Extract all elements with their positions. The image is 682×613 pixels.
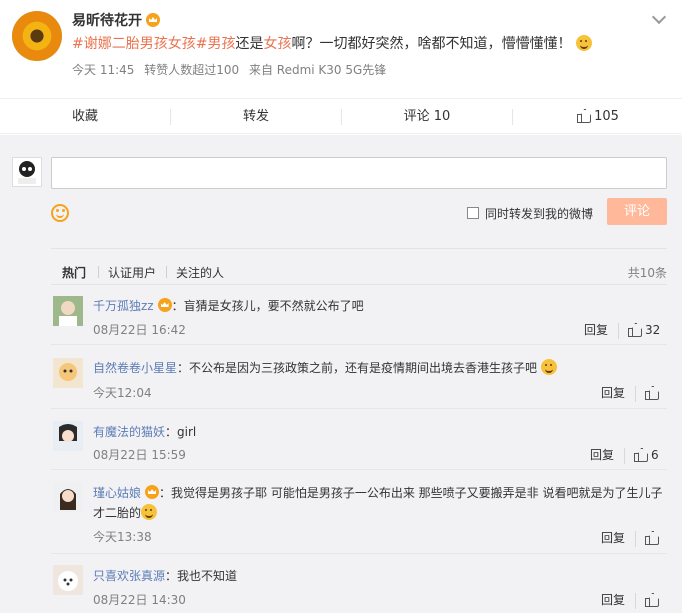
filter-hot[interactable]: 热门 — [62, 264, 86, 281]
forward-button[interactable]: 转发 — [171, 99, 341, 135]
comment-like-button[interactable]: 32 — [628, 323, 660, 337]
filter-verified[interactable]: 认证用户 — [108, 264, 156, 281]
commenter-name[interactable]: 只喜欢张真源 — [93, 569, 165, 583]
divider — [51, 553, 667, 554]
blush-emoji-icon — [540, 359, 557, 375]
thumb-up-icon — [634, 448, 647, 462]
reply-button[interactable]: 回复 — [584, 321, 608, 338]
commenter-avatar[interactable] — [53, 358, 83, 388]
commenter-name[interactable]: 瑾心姑娘 — [93, 486, 141, 500]
comment-time: 今天13:38 — [93, 530, 152, 544]
divider — [51, 408, 667, 409]
comment-text: ：我也不知道 — [165, 569, 238, 583]
hashtag-link-boy[interactable]: 男孩 — [207, 36, 235, 52]
comment-button[interactable]: 评论 10 — [342, 99, 512, 135]
comment-like-button[interactable]: 6 — [634, 448, 659, 462]
post-text: #谢娜二胎男孩女孩#男孩还是女孩啊？一切都好突然，啥都不知道，懵懵懂懂！ — [72, 34, 672, 54]
divider — [635, 531, 636, 547]
comment-input[interactable] — [51, 157, 667, 189]
laugh-emoji-icon — [141, 504, 158, 520]
like-count: 32 — [645, 323, 661, 337]
comment-line: 只喜欢张真源：我也不知道 — [93, 567, 237, 584]
author-avatar[interactable] — [12, 11, 62, 61]
comment-line: 自然卷卷小星星：不公布是因为三孩政策之前，还有是疫情期间出境去香港生孩子吧 — [93, 359, 557, 376]
comment-text: ：不公布是因为三孩政策之前，还有是疫情期间出境去香港生孩子吧 — [177, 361, 538, 375]
vip-crown-icon — [157, 298, 172, 312]
avatar-image — [53, 565, 83, 595]
post-text-part: 啊？一切都好突然，啥都不知道，懵懵懂懂！ — [291, 36, 572, 52]
commenter-name[interactable]: 自然卷卷小星星 — [93, 361, 177, 375]
collect-button[interactable]: 收藏 — [0, 99, 170, 135]
reply-button[interactable]: 回复 — [601, 384, 625, 401]
forward-checkbox[interactable] — [467, 207, 479, 219]
commenter-avatar[interactable] — [53, 565, 83, 595]
avatar-image — [53, 296, 83, 326]
thumb-up-icon — [577, 109, 590, 123]
author-name[interactable]: 易昕待花开 — [72, 13, 142, 29]
comment-time: 今天12:04 — [93, 386, 152, 400]
comment-line: 瑾心姑娘 ：我觉得是男孩子耶 可能怕是男孩子一公布出来 那些喷子又要搬弄是非 说看… — [93, 483, 668, 523]
my-avatar — [12, 157, 42, 187]
comment-like-button[interactable] — [645, 531, 662, 545]
post-time[interactable]: 今天 11:45 — [72, 63, 134, 77]
comment-like-button[interactable] — [645, 386, 662, 400]
forward-checkbox-label[interactable]: 同时转发到我的微博 — [485, 205, 593, 222]
avatar-image — [53, 421, 83, 451]
thumb-up-icon — [645, 386, 658, 400]
comment-time: 08月22日 15:59 — [93, 448, 186, 462]
commenter-avatar[interactable] — [53, 296, 83, 326]
submit-comment-button[interactable]: 评论 — [607, 198, 667, 225]
comment-like-button[interactable] — [645, 593, 662, 607]
comment-text: ：girl — [165, 425, 197, 439]
post-source: 来自 Redmi K30 5G先锋 — [248, 63, 387, 77]
reply-button[interactable]: 回复 — [601, 529, 625, 546]
hashtag-link[interactable]: #谢娜二胎男孩女孩# — [72, 36, 207, 52]
divider — [51, 344, 667, 345]
divider — [51, 469, 667, 470]
divider — [635, 593, 636, 609]
divider — [618, 323, 619, 339]
laugh-emoji-icon — [575, 35, 592, 51]
divider — [635, 386, 636, 402]
avatar-image — [53, 482, 83, 512]
chevron-down-icon[interactable] — [651, 9, 667, 25]
commenter-avatar[interactable] — [53, 482, 83, 512]
forward-note: 转赞人数超过100 — [144, 63, 240, 77]
comment-text: ：盲猜是女孩儿，要不然就公布了吧 — [171, 299, 364, 313]
reply-button[interactable]: 回复 — [601, 591, 625, 608]
divider — [166, 266, 167, 278]
avatar-image — [53, 358, 83, 388]
action-bar: 收藏 转发 评论 10 105 — [0, 98, 682, 134]
divider — [624, 448, 625, 464]
divider — [51, 284, 667, 285]
emoji-picker-icon[interactable] — [51, 204, 69, 222]
comment-line: 千万孤独zz ：盲猜是女孩儿，要不然就公布了吧 — [93, 297, 364, 314]
vip-crown-icon — [146, 13, 160, 27]
comment-time: 08月22日 16:42 — [93, 323, 186, 337]
comment-time: 08月22日 14:30 — [93, 593, 186, 607]
thumb-up-icon — [645, 531, 658, 545]
divider — [51, 248, 667, 249]
commenter-name[interactable]: 有魔法的猫妖 — [93, 425, 165, 439]
divider — [98, 266, 99, 278]
like-count: 6 — [651, 448, 659, 462]
hashtag-link-girl[interactable]: 女孩 — [263, 36, 291, 52]
commenter-name[interactable]: 千万孤独zz — [93, 299, 154, 313]
like-button[interactable]: 105 — [513, 99, 682, 135]
commenter-avatar[interactable] — [53, 421, 83, 451]
comment-line: 有魔法的猫妖：girl — [93, 423, 196, 440]
like-count: 105 — [594, 109, 619, 124]
post-meta: 今天 11:45 转赞人数超过100 来自 Redmi K30 5G先锋 — [72, 61, 392, 78]
reply-button[interactable]: 回复 — [590, 446, 614, 463]
author-line: 易昕待花开 — [72, 10, 160, 30]
comment-text: ：我觉得是男孩子耶 可能怕是男孩子一公布出来 那些喷子又要搬弄是非 说看吧就是为… — [159, 486, 663, 500]
thumb-up-icon — [645, 593, 658, 607]
cartoon-face-icon — [18, 161, 36, 184]
filter-following[interactable]: 关注的人 — [176, 264, 224, 281]
post-text-part: 还是 — [235, 36, 264, 52]
vip-crown-icon — [145, 485, 160, 499]
comment-total: 共10条 — [627, 266, 667, 280]
comment-text-continued: 才二胎的 — [93, 506, 142, 520]
thumb-up-icon — [628, 323, 641, 337]
